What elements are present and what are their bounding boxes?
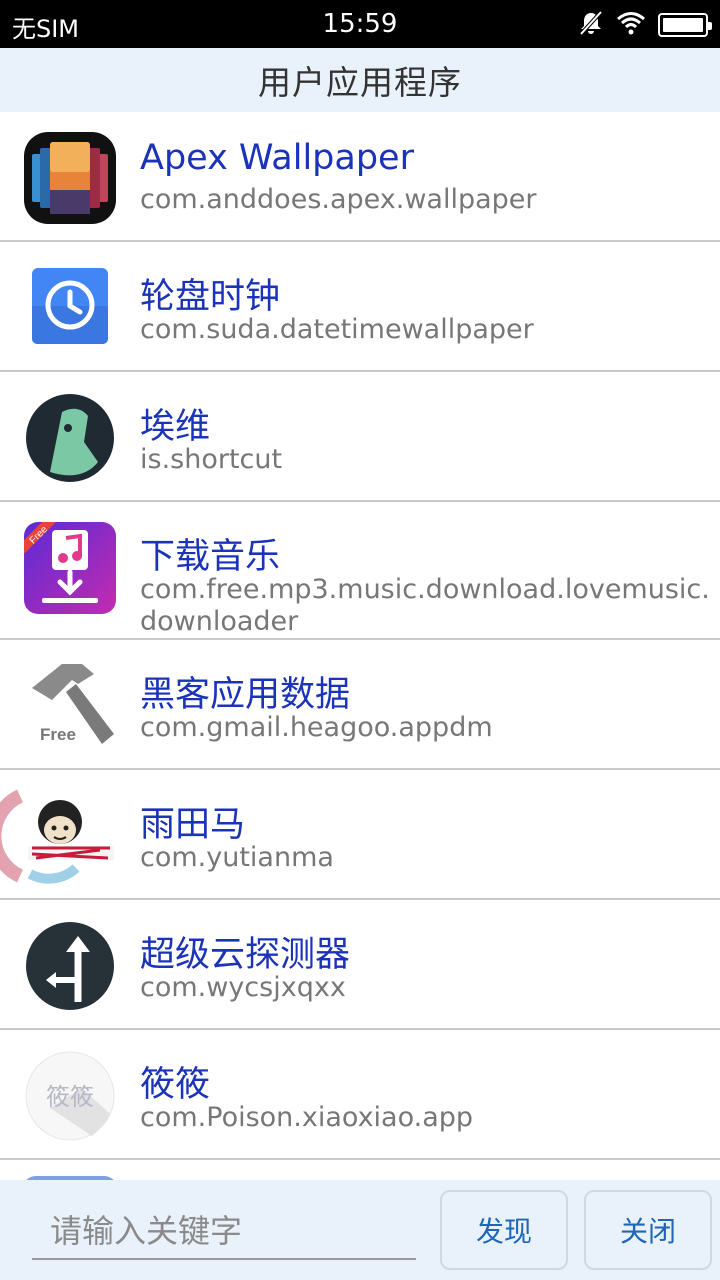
app-package: com.suda.datetimewallpaper bbox=[140, 314, 534, 345]
app-package: is.shortcut bbox=[140, 444, 283, 475]
wifi-icon bbox=[616, 10, 646, 40]
shortcut-icon bbox=[22, 390, 118, 486]
list-item[interactable]: Apex Wallpaper com.anddoes.apex.wallpape… bbox=[0, 112, 720, 242]
list-item[interactable]: 超级云探测器 com.wycsjxqxx bbox=[0, 900, 720, 1030]
clock-icon bbox=[22, 260, 118, 356]
list-item[interactable]: 筱筱 筱筱 com.Poison.xiaoxiao.app bbox=[0, 1030, 720, 1160]
app-name: 筱筱 bbox=[140, 1065, 211, 1105]
app-package: com.free.mp3.music.download.lovemusic.do… bbox=[140, 574, 710, 637]
close-button[interactable]: 关闭 bbox=[584, 1190, 712, 1270]
xiaoxiao-icon: 筱筱 bbox=[22, 1048, 118, 1144]
app-name: 超级云探测器 bbox=[140, 935, 351, 975]
battery-icon bbox=[658, 13, 712, 37]
mute-icon bbox=[578, 10, 604, 40]
bottom-bar: 发现 关闭 bbox=[0, 1180, 720, 1280]
app-name: 轮盘时钟 bbox=[140, 277, 281, 317]
header: 用户应用程序 bbox=[0, 48, 720, 112]
app-package: com.Poison.xiaoxiao.app bbox=[140, 1102, 474, 1133]
app-package: com.yutianma bbox=[140, 842, 334, 873]
app-name: Apex Wallpaper bbox=[140, 138, 414, 178]
icon-label: 筱筱 bbox=[46, 1083, 94, 1111]
free-badge: Free bbox=[40, 725, 76, 744]
app-name: 埃维 bbox=[140, 407, 211, 447]
list-item[interactable]: Free 黑客应用数据 com.gmail.heagoo.appdm bbox=[0, 640, 720, 770]
status-bar: 无SIM 15:59 bbox=[0, 0, 720, 48]
direction-arrow-icon bbox=[22, 918, 118, 1014]
apex-wallpaper-icon bbox=[22, 130, 118, 226]
list-item[interactable]: Free 下载音乐 com.free.mp3.music.download.lo… bbox=[0, 502, 720, 640]
page-title: 用户应用程序 bbox=[258, 63, 462, 102]
app-package: com.gmail.heagoo.appdm bbox=[140, 712, 493, 743]
list-item[interactable]: 埃维 is.shortcut bbox=[0, 372, 720, 502]
app-package: com.wycsjxqxx bbox=[140, 972, 346, 1003]
list-item[interactable]: 雨田马 com.yutianma bbox=[0, 770, 720, 900]
list-item[interactable]: 轮盘时钟 com.suda.datetimewallpaper bbox=[0, 242, 720, 372]
app-name: 雨田马 bbox=[140, 805, 246, 845]
search-input[interactable] bbox=[32, 1204, 416, 1260]
hammer-icon: Free bbox=[22, 658, 118, 754]
app-name: 黑客应用数据 bbox=[140, 675, 351, 715]
app-package: com.anddoes.apex.wallpaper bbox=[140, 184, 537, 215]
music-download-icon: Free bbox=[22, 520, 118, 616]
discover-button[interactable]: 发现 bbox=[440, 1190, 568, 1270]
status-icons bbox=[578, 10, 712, 40]
yutianma-icon bbox=[0, 788, 118, 884]
list-item-partial[interactable] bbox=[0, 1160, 720, 1180]
app-list[interactable]: Apex Wallpaper com.anddoes.apex.wallpape… bbox=[0, 112, 720, 1180]
app-name: 下载音乐 bbox=[140, 537, 281, 577]
